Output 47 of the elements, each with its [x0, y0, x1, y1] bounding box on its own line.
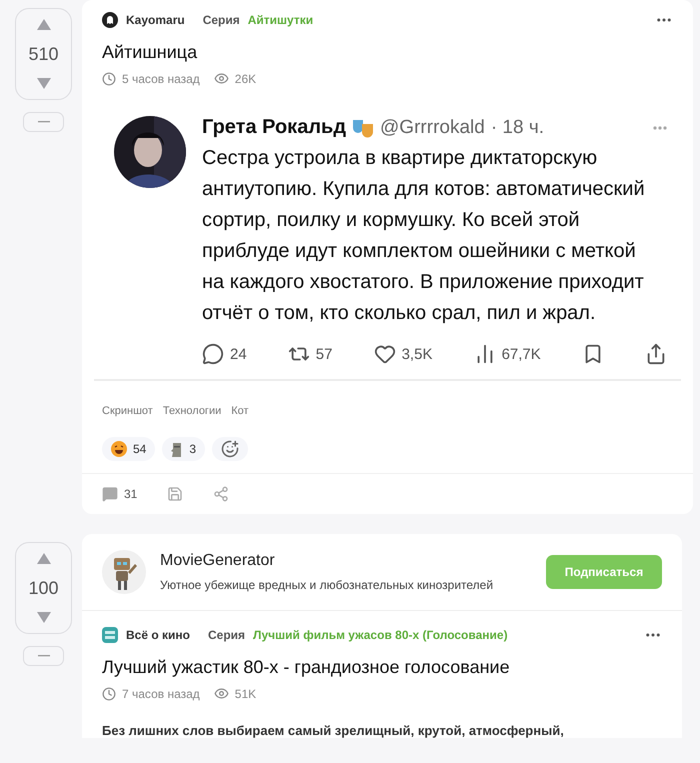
comment-icon [102, 486, 118, 502]
comments-button[interactable]: 31 [102, 486, 138, 502]
stat-count: 24 [230, 346, 247, 362]
laughing-emoji-icon [111, 441, 127, 457]
post-title[interactable]: Лучший ужастик 80-х - грандиозное голосование [102, 657, 662, 678]
author-name[interactable]: Всё о кино [126, 628, 190, 642]
tag-link[interactable]: Скриншот [102, 405, 153, 417]
community-name[interactable]: MovieGenerator [160, 552, 532, 570]
post-time: 7 часов назад [122, 686, 200, 700]
stat-count: 67,7K [502, 346, 541, 362]
author-avatar [102, 12, 118, 28]
reply-icon[interactable] [202, 343, 224, 365]
tweet-handle: @Grrrrokald [380, 116, 485, 138]
more-icon [653, 126, 667, 130]
views-icon [214, 71, 229, 86]
clock-icon [102, 72, 116, 86]
minus-icon [38, 121, 50, 123]
robot-avatar [102, 550, 146, 594]
reaction-button[interactable]: 54 [102, 437, 156, 461]
like-icon[interactable] [374, 343, 396, 365]
tag-link[interactable]: Кот [231, 405, 249, 417]
view-count: 51K [234, 686, 256, 700]
add-reaction-icon [221, 440, 240, 458]
post-title[interactable]: Айтишница [102, 42, 673, 63]
post-time: 5 часов назад [122, 72, 200, 86]
share-icon [213, 486, 230, 502]
minus-icon [38, 655, 50, 657]
reaction-button[interactable]: 3 [162, 437, 206, 461]
series-label: Серия [202, 13, 240, 27]
stat-count: 57 [316, 346, 332, 362]
view-count: 26K [234, 72, 256, 86]
tag-link[interactable]: Технологии [162, 405, 222, 417]
tweet-author: Грета Рокальд [202, 116, 346, 139]
vote-score: 510 [28, 44, 59, 64]
community-avatar [102, 627, 118, 643]
stat-count: 3,5K [402, 346, 432, 362]
reaction-button[interactable] [212, 437, 248, 461]
community-description: Уютное убежище вредных и любознательных кинозрителей [160, 578, 494, 592]
series-label: Серия [208, 628, 246, 642]
tweet-time: · 18 ч. [490, 116, 544, 138]
vote-score: 100 [28, 578, 59, 598]
moai-emoji-icon [171, 441, 184, 457]
tweet-text: Сестра устроила в квартире диктаторскую антиутопию. Купила для котов: автоматический сортир, поилку и кормушку. Ко всей этой приблуде идут комплектом ошейники с меткой на каждого хвостатого. В приложение приходит отчёт о том, кто сколько срал, пил и жрал. [202, 146, 646, 326]
author-name[interactable]: Kayomaru [126, 13, 185, 27]
views-icon [214, 686, 229, 701]
clock-icon [102, 686, 116, 700]
post-excerpt: Без лишних слов выбираем самый зрелищный, крутой, атмосферный, [102, 723, 565, 738]
